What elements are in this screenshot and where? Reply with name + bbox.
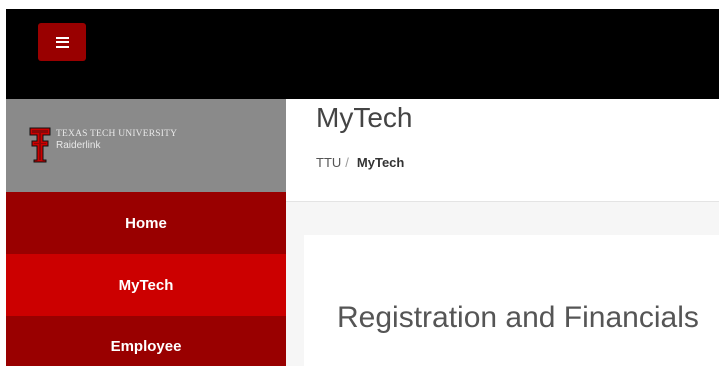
hamburger-menu-icon [55,36,69,48]
breadcrumb-root-link[interactable]: TTU [316,155,341,170]
page-title: MyTech [316,102,413,133]
sidebar: TEXAS TECH UNIVERSITY Raiderlink Home My… [6,99,286,366]
top-navigation-bar [6,9,719,99]
sidebar-item-mytech[interactable]: MyTech [6,254,286,316]
breadcrumb-separator: / [345,155,349,170]
university-name: TEXAS TECH UNIVERSITY [56,129,178,139]
brand-text: TEXAS TECH UNIVERSITY Raiderlink [56,129,177,151]
brand-header[interactable]: TEXAS TECH UNIVERSITY Raiderlink [6,99,286,192]
menu-toggle-button[interactable] [38,23,86,61]
page-header: MyTech TTU / MyTech [286,99,719,202]
sidebar-item-label: Employee [110,337,182,355]
sidebar-item-label: MyTech [118,276,174,294]
section-heading: Registration and Financials [337,301,699,334]
portal-name: Raiderlink [56,140,101,151]
sidebar-item-home[interactable]: Home [6,192,286,254]
main-content: MyTech TTU / MyTech Registration and Finan… [286,99,719,366]
breadcrumb: TTU / MyTech [316,155,404,170]
page-frame: TEXAS TECH UNIVERSITY Raiderlink Home My… [0,0,719,366]
breadcrumb-current: MyTech [356,155,405,170]
content-card: Registration and Financials [304,235,719,366]
double-t-logo-icon [29,127,51,163]
sidebar-item-employee[interactable]: Employee [6,316,286,366]
sidebar-item-label: Home [125,214,167,232]
